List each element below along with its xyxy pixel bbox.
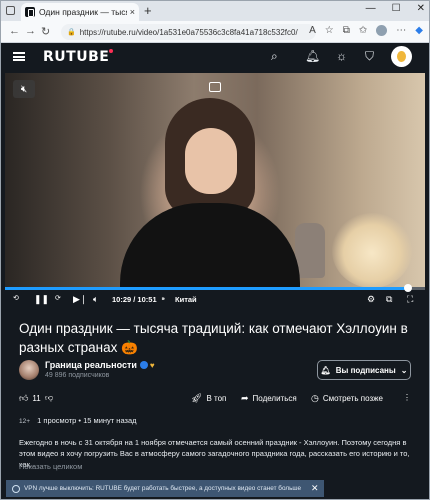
address-bar: ← → ↻ 🔒 https://rutube.ru/video/1a531e0a… — [1, 21, 429, 43]
muted-speaker-icon[interactable]: 🔇︎ — [13, 80, 35, 98]
info-icon — [12, 484, 20, 493]
share-button[interactable]: ➦ Поделиться — [241, 393, 297, 404]
pause-icon[interactable]: ❚❚ — [34, 294, 49, 305]
volume-muted-icon[interactable]: 🔈︎ — [93, 294, 98, 305]
posted-time: 15 минут назад — [83, 416, 137, 425]
progress-fill — [5, 287, 409, 290]
top-button[interactable]: 🚀︎ В топ — [191, 393, 226, 404]
new-tab-button[interactable]: + — [144, 3, 152, 18]
chapter-label[interactable]: Китай — [175, 295, 197, 304]
rewind-10-icon[interactable]: ⟲ — [13, 294, 19, 302]
window-controls: — ☐ ✕ — [366, 3, 425, 14]
bell-icon: 🔔︎ — [320, 365, 331, 375]
user-avatar[interactable] — [391, 46, 412, 67]
more-options-vertical-icon[interactable]: ⋮ — [403, 393, 411, 402]
maximize-button[interactable]: ☐ — [392, 3, 401, 14]
url-text: https://rutube.ru/video/1a531e0a75536c3c… — [79, 27, 298, 37]
action-bar: 👍︎ 11 👎︎ 🚀︎ В топ ➦ Поделиться ◷ Смотрет… — [1, 391, 429, 407]
vpn-notification-text: VPN лучше выключить: RUTUBE будет работа… — [24, 485, 302, 492]
heart-icon: ♥ — [149, 361, 155, 370]
lock-icon: 🔒 — [67, 29, 76, 36]
like-button[interactable]: 👍︎ 11 — [19, 393, 41, 404]
subscribed-label: Вы подписаны — [335, 365, 396, 375]
show-more-link[interactable]: Показать целиком — [19, 462, 82, 471]
logo-dot — [109, 49, 114, 53]
split-screen-icon[interactable]: ⧉ — [343, 25, 350, 36]
forward-arrow-icon[interactable]: → — [25, 25, 36, 37]
top-label: В топ — [206, 394, 227, 403]
browser-window: Один праздник — тысяча традиц × + — ☐ ✕ … — [0, 0, 430, 500]
like-count: 11 — [32, 394, 41, 403]
video-player[interactable]: 🔇︎ — [5, 73, 425, 290]
channel-name[interactable]: Граница реальности — [45, 360, 137, 370]
watch-later-button[interactable]: ◷ Смотреть позже — [311, 393, 383, 404]
rutube-logo[interactable]: RUTUBE — [43, 49, 114, 65]
share-arrow-icon: ➦ — [241, 393, 249, 403]
toolbar-icons: A ☆ ⧉ ✩ ⋯ ◆ — [309, 25, 423, 36]
chapter-marker-icon: ⁍ — [161, 294, 166, 304]
verified-badge-icon — [139, 361, 148, 369]
time-display: 10:29 / 10:51 — [112, 295, 157, 304]
tab-close-icon[interactable]: × — [130, 7, 135, 17]
next-video-icon[interactable]: ▶❘ — [73, 294, 87, 305]
close-notification-icon[interactable]: ✕ — [311, 483, 319, 494]
theme-sun-icon[interactable]: ☼ — [336, 49, 347, 63]
favorites-icon[interactable]: ✩ — [359, 25, 367, 36]
chevron-down-icon: ⌄ — [400, 365, 408, 375]
logo-text: RUTUBE — [43, 49, 110, 65]
thumbs-down-icon[interactable]: 👎︎ — [45, 393, 53, 403]
presenter-face — [185, 128, 237, 194]
background-vase — [295, 223, 325, 278]
more-options-icon[interactable]: ⋯ — [396, 25, 406, 36]
forward-10-icon[interactable]: ⟳ — [55, 294, 61, 302]
rutube-favicon-icon — [25, 7, 35, 17]
close-window-button[interactable]: ✕ — [417, 3, 425, 14]
background-lamp — [332, 213, 412, 288]
channel-avatar[interactable] — [19, 360, 39, 380]
video-meta: 12+ 1 просмотр • 15 минут назад — [19, 416, 137, 425]
share-label: Поделиться — [252, 394, 297, 403]
picture-in-picture-icon[interactable] — [209, 82, 221, 92]
vpn-notification: VPN лучше выключить: RUTUBE будет работа… — [6, 480, 324, 497]
search-icon[interactable]: ⌕ — [271, 49, 278, 64]
view-count: 1 просмотр — [37, 416, 77, 425]
profile-avatar-icon[interactable] — [376, 25, 388, 36]
watch-later-label: Смотреть позже — [322, 394, 383, 403]
subscriber-count: 49 896 подписчиков — [45, 372, 110, 379]
back-arrow-icon[interactable]: ← — [9, 25, 20, 37]
tab-active[interactable]: Один праздник — тысяча традиц × — [21, 3, 139, 21]
url-field[interactable]: 🔒 https://rutube.ru/video/1a531e0a75536c… — [61, 24, 316, 40]
thumbs-up-icon: 👍︎ — [19, 393, 29, 403]
progress-bar[interactable] — [5, 284, 425, 292]
tab-bar: Один праздник — тысяча традиц × + — ☐ ✕ — [1, 1, 429, 21]
clock-icon: ◷ — [311, 393, 319, 403]
reload-icon[interactable]: ↻ — [41, 25, 50, 38]
site-header: RUTUBE ⌕ 🔔︎ ☼ ⛉ — [1, 43, 429, 71]
window-menu-icon[interactable] — [6, 6, 15, 15]
fullscreen-icon[interactable]: ⛶ — [407, 294, 413, 305]
settings-gear-icon[interactable]: ⚙ — [367, 294, 375, 305]
notifications-bell-icon[interactable]: 🔔︎ — [305, 49, 320, 63]
hamburger-menu-icon[interactable] — [13, 52, 25, 61]
age-rating-badge: 12+ — [19, 418, 31, 425]
presenter-body — [120, 203, 300, 290]
subscribed-button[interactable]: 🔔︎ Вы подписаны ⌄ — [317, 360, 411, 380]
shield-icon[interactable]: ⛉ — [365, 49, 374, 64]
rocket-icon: 🚀︎ — [191, 393, 203, 403]
copilot-icon[interactable]: ◆ — [415, 25, 423, 36]
player-controls: ⟲ ❚❚ ⟳ ▶❘ 🔈︎ 10:29 / 10:51 ⁍ Китай ⚙ ⧉ ⛶ — [5, 291, 425, 309]
read-aloud-icon[interactable]: A — [309, 25, 316, 36]
video-title: Один праздник — тысяча традиций: как отм… — [19, 321, 408, 355]
favorite-star-icon[interactable]: ☆ — [325, 25, 334, 36]
picture-in-picture-icon-2[interactable]: ⧉ — [386, 294, 392, 305]
minimize-button[interactable]: — — [366, 3, 376, 14]
tab-title: Один праздник — тысяча традиц — [39, 7, 127, 17]
channel-name-row[interactable]: Граница реальности ♥ — [45, 360, 155, 370]
